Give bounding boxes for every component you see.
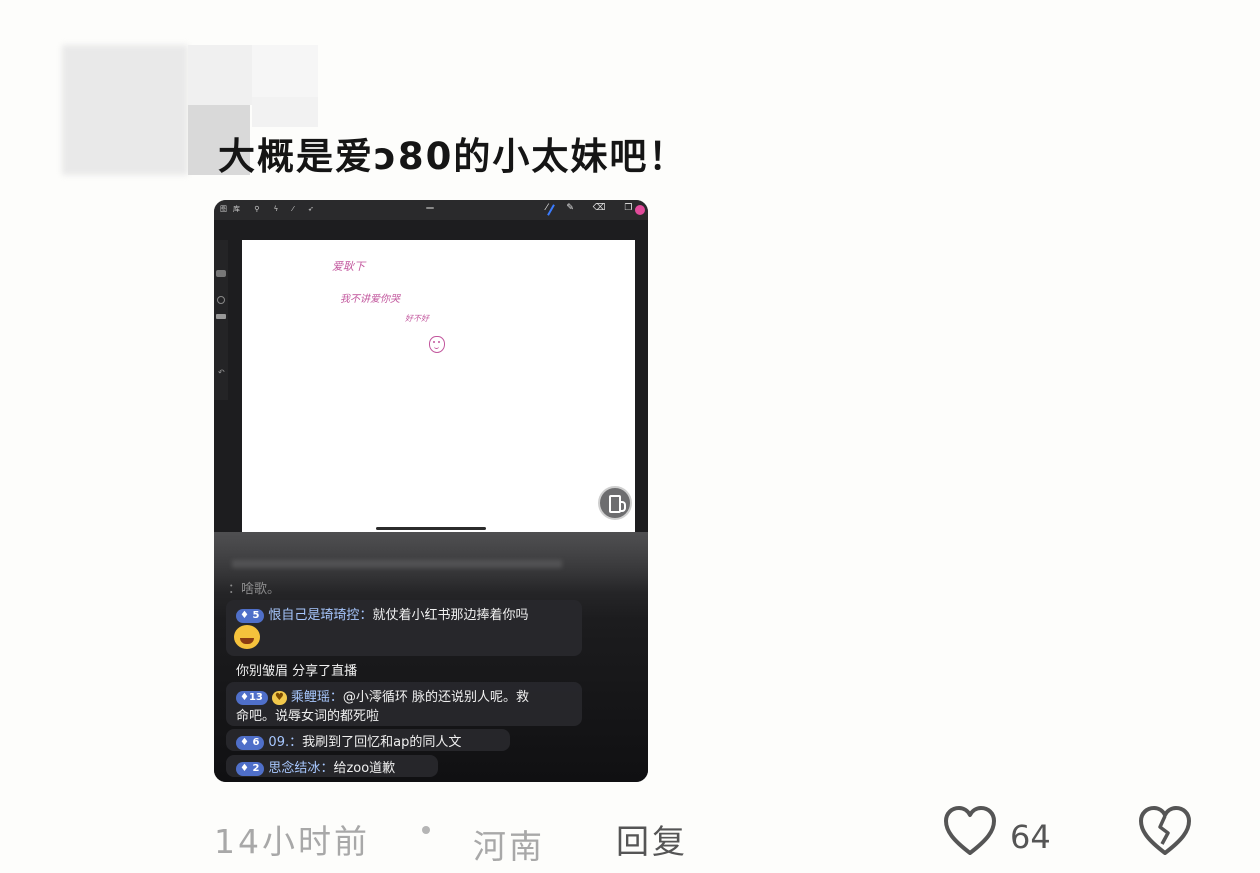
- chat-username: 09.: [268, 735, 290, 750]
- chat-message: ♦13 ♥ 乘鲤瑶：@小澪循环 脉的还说别人呢。救: [236, 686, 529, 705]
- comment-text: 大概是爱ↄ80的小太妹吧！: [218, 135, 688, 178]
- fan-badge-icon: ♥: [271, 691, 287, 705]
- home-indicator: [376, 527, 486, 530]
- level-badge: ♦ 5: [236, 609, 265, 623]
- brush-size-sidebar: ↶: [214, 240, 228, 400]
- chat-system-message: 你别皱眉 分享了直播: [236, 664, 358, 679]
- chat-username: 乘鲤瑶: [290, 690, 330, 705]
- chat-message: ♦ 2 思念结冰：给zoo道歉: [236, 757, 395, 776]
- laughing-emoji-icon: [234, 625, 260, 649]
- heart-like-icon[interactable]: [943, 806, 997, 858]
- chat-message: ：啥歌。: [228, 582, 281, 597]
- comment-image[interactable]: 图库 ⚲ ϟ ⁄ ➶ ⁄ ✎ ⌫ ❐ ↶ 爱耿下 我不讲爱你哭 好不好 ：啥歌。…: [214, 200, 648, 782]
- chat-text: 给zoo道歉: [333, 761, 396, 776]
- faded-chat-line: [232, 560, 562, 568]
- size-slider-icon: [216, 270, 226, 277]
- color-picker-icon: [635, 205, 645, 215]
- toolbar-handle: [426, 207, 434, 209]
- chat-text: 我刷到了回忆和ap的同人文: [302, 735, 462, 750]
- modify-button-icon: [217, 296, 225, 304]
- chat-username: 思念结冰: [268, 761, 321, 776]
- ip-location: 河南: [473, 827, 545, 866]
- toolbar-left-tools: 图库 ⚲ ϟ ⁄ ➶: [220, 205, 320, 213]
- chat-text: 就仗着小红书那边捧着你吗: [372, 608, 529, 623]
- handwriting-line: 爱耿下: [332, 260, 365, 273]
- undo-icon: ↶: [218, 368, 225, 377]
- level-badge: ♦ 2: [236, 762, 265, 776]
- live-chat-overlay: ：啥歌。 ♦ 5 恨自己是琦琦控：就仗着小红书那边捧着你吗 你别皱眉 分享了直播 …: [214, 532, 648, 782]
- chat-text: @小澪循环 脉的还说别人呢。救: [342, 690, 530, 705]
- rotate-screen-icon: [598, 486, 632, 520]
- chat-message: ♦ 5 恨自己是琦琦控：就仗着小红书那边捧着你吗: [236, 604, 528, 623]
- opacity-slider-icon: [216, 314, 226, 319]
- handwriting-line: 我不讲爱你哭: [340, 294, 400, 305]
- smiley-doodle-icon: [429, 336, 445, 353]
- reply-button[interactable]: 回复: [616, 815, 688, 863]
- like-count: 64: [1010, 818, 1051, 856]
- level-badge: ♦13: [236, 691, 268, 705]
- toolbar-right-tools: ⁄ ✎ ⌫ ❐: [546, 203, 641, 213]
- separator-dot: [422, 826, 430, 834]
- chat-username: 恨自己是琦琦控: [268, 608, 360, 623]
- broken-heart-dislike-icon[interactable]: [1138, 806, 1192, 858]
- chat-text-continued: 命吧。说辱女词的都死啦: [236, 709, 380, 724]
- chat-message: ♦ 6 09.：我刷到了回忆和ap的同人文: [236, 731, 461, 750]
- comment-timestamp: 14小时前: [214, 822, 370, 861]
- handwriting-line: 好不好: [405, 314, 429, 323]
- level-badge: ♦ 6: [236, 736, 265, 750]
- drawing-app-toolbar: 图库 ⚲ ϟ ⁄ ➶ ⁄ ✎ ⌫ ❐: [214, 200, 648, 220]
- drawing-canvas: 爱耿下 我不讲爱你哭 好不好: [242, 240, 635, 532]
